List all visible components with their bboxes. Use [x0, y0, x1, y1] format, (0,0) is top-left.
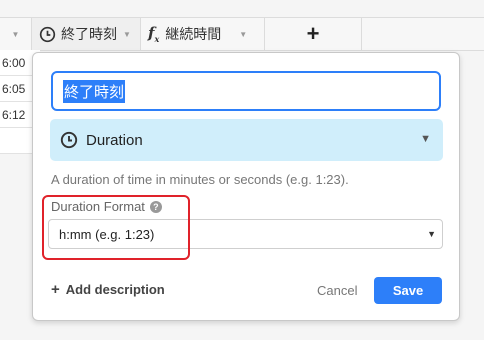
- save-button[interactable]: Save: [374, 277, 442, 304]
- field-editor-popover: 終了時刻 Duration ▼ A duration of time in mi…: [32, 52, 460, 321]
- chevron-down-icon: ▼: [420, 133, 431, 145]
- column-label: 終了時刻: [61, 26, 117, 42]
- add-column-button[interactable]: +: [265, 18, 362, 50]
- prev-column-dropdown[interactable]: ▼: [0, 18, 32, 50]
- field-type-description: A duration of time in minutes or seconds…: [51, 172, 349, 187]
- chevron-down-icon: ▼: [427, 229, 436, 239]
- clock-icon: [39, 26, 56, 42]
- field-type-select[interactable]: Duration ▼: [50, 119, 443, 161]
- duration-format-value: h:mm (e.g. 1:23): [59, 226, 155, 242]
- duration-format-select[interactable]: h:mm (e.g. 1:23) ▼: [48, 219, 443, 249]
- column-header-end-time[interactable]: 終了時刻 ▼: [32, 18, 141, 50]
- help-icon[interactable]: ?: [149, 200, 162, 213]
- duration-format-label-text: Duration Format: [51, 199, 145, 214]
- formula-fx-icon: fx: [148, 24, 160, 44]
- field-type-label: Duration: [86, 131, 143, 149]
- chevron-down-icon[interactable]: ▼: [239, 30, 247, 39]
- grid-header: ▼ 終了時刻 ▼ fx 継続時間 ▼ +: [0, 17, 484, 51]
- duration-format-label: Duration Format ?: [51, 199, 162, 214]
- plus-icon: +: [51, 281, 60, 298]
- clock-icon: [60, 131, 78, 149]
- field-name-value: 終了時刻: [63, 79, 126, 103]
- add-description-label: Add description: [65, 282, 165, 297]
- field-name-input[interactable]: 終了時刻: [51, 71, 441, 111]
- chevron-down-icon: ▼: [11, 29, 20, 39]
- column-label: 継続時間: [165, 26, 222, 42]
- add-description-button[interactable]: + Add description: [51, 281, 165, 298]
- chevron-down-icon[interactable]: ▼: [123, 30, 131, 39]
- column-header-duration[interactable]: fx 継続時間 ▼: [141, 18, 265, 50]
- cancel-button[interactable]: Cancel: [317, 283, 357, 298]
